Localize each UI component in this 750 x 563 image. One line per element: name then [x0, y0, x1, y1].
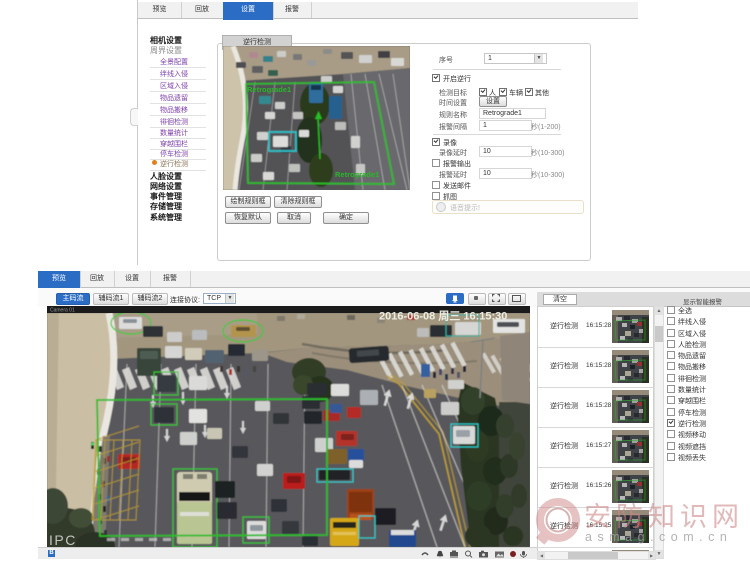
svg-text:Retrograde1: Retrograde1	[247, 85, 291, 94]
svg-text:2016-06-08 周三 16:15:30: 2016-06-08 周三 16:15:30	[379, 310, 507, 323]
svg-text:asmag.com.cn: asmag.com.cn	[585, 530, 732, 544]
svg-text:Camera 01: Camera 01	[50, 308, 75, 314]
svg-text:Retrograde1: Retrograde1	[335, 170, 379, 179]
svg-text:安防知识网: 安防知识网	[584, 502, 744, 532]
svg-text:IPC: IPC	[49, 532, 77, 547]
